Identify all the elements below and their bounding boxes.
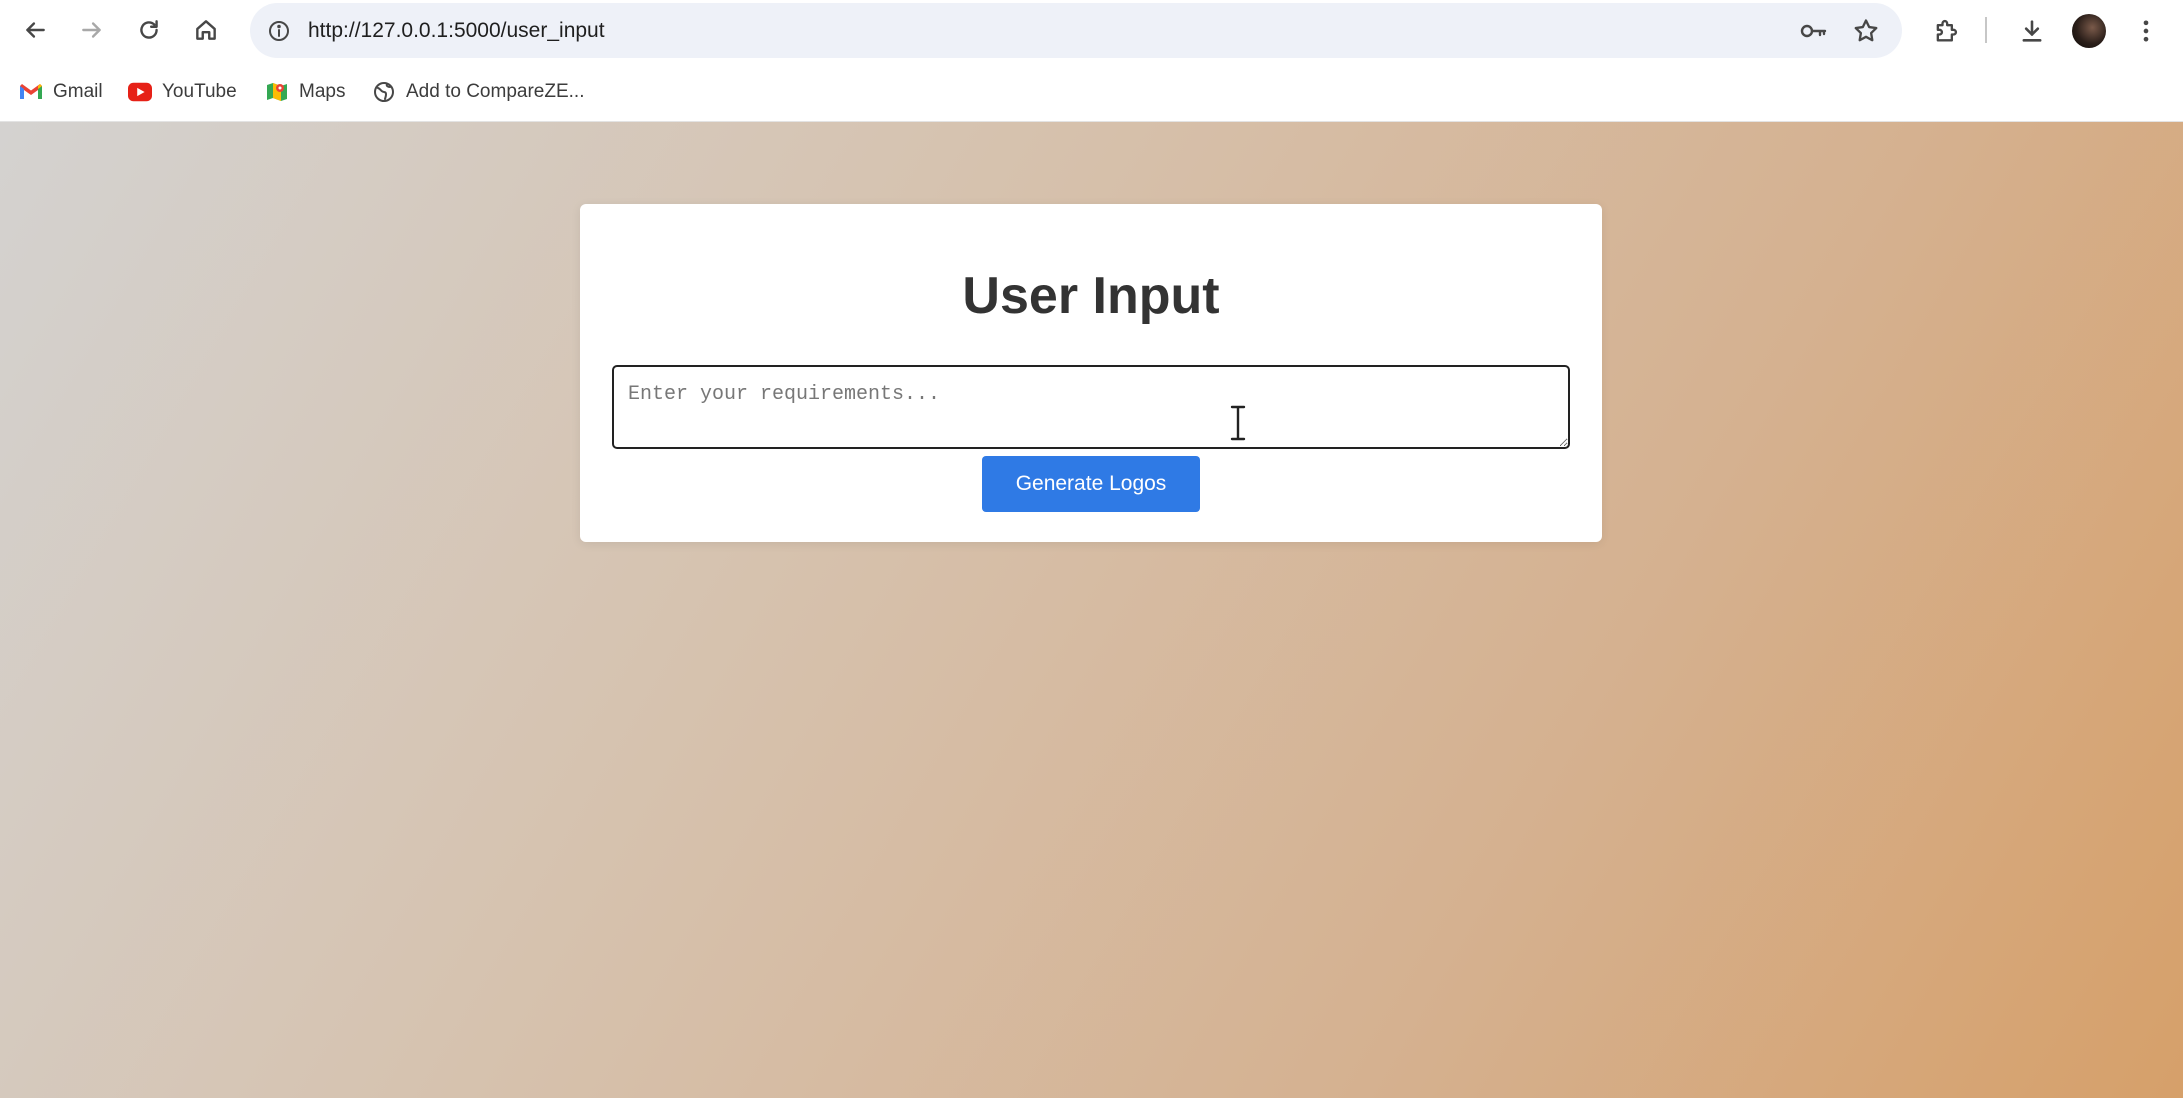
browser-toolbar: http://127.0.0.1:5000/user_input bbox=[0, 0, 2183, 62]
home-icon bbox=[196, 20, 216, 40]
profile-avatar[interactable] bbox=[2072, 14, 2106, 48]
url-text[interactable]: http://127.0.0.1:5000/user_input bbox=[308, 3, 605, 58]
bookmark-label: Add to CompareZE... bbox=[406, 81, 585, 102]
bookmark-star-button[interactable] bbox=[1850, 15, 1882, 47]
globe-icon bbox=[372, 80, 396, 104]
password-manager-button[interactable] bbox=[1797, 15, 1829, 47]
bookmark-gmail[interactable]: Gmail bbox=[19, 74, 103, 110]
download-icon bbox=[2022, 20, 2042, 42]
arrow-right-icon bbox=[82, 22, 101, 38]
requirements-input[interactable] bbox=[612, 365, 1570, 449]
site-info-button[interactable] bbox=[264, 16, 294, 46]
forward-button[interactable] bbox=[72, 10, 112, 50]
reload-icon bbox=[140, 20, 158, 39]
arrow-left-icon bbox=[26, 22, 45, 38]
bookmark-maps[interactable]: Maps bbox=[265, 74, 345, 110]
generate-logos-button[interactable]: Generate Logos bbox=[982, 456, 1200, 512]
bookmark-add-to-compareze[interactable]: Add to CompareZE... bbox=[372, 74, 584, 110]
home-button[interactable] bbox=[186, 10, 226, 50]
back-button[interactable] bbox=[15, 10, 55, 50]
youtube-icon bbox=[128, 80, 152, 104]
extensions-button[interactable] bbox=[1926, 11, 1966, 51]
maps-icon bbox=[265, 80, 289, 104]
browser-menu-button[interactable] bbox=[2126, 11, 2166, 51]
bookmark-label: Maps bbox=[299, 81, 346, 102]
bookmark-label: YouTube bbox=[162, 81, 237, 102]
key-icon bbox=[1800, 24, 1827, 38]
reload-button[interactable] bbox=[129, 10, 169, 50]
address-bar[interactable]: http://127.0.0.1:5000/user_input bbox=[250, 3, 1902, 58]
bookmarks-bar: Gmail YouTube Maps Add to CompareZE... bbox=[0, 62, 2183, 122]
star-icon bbox=[1854, 19, 1878, 42]
bookmark-label: Gmail bbox=[53, 81, 103, 102]
page-title: User Input bbox=[962, 267, 1220, 325]
gmail-icon bbox=[19, 80, 43, 104]
toolbar-divider bbox=[1985, 17, 1987, 43]
bookmark-youtube[interactable]: YouTube bbox=[128, 74, 237, 110]
user-input-card: User Input Generate Logos bbox=[580, 204, 1602, 542]
info-icon bbox=[269, 21, 289, 41]
downloads-button[interactable] bbox=[2012, 11, 2052, 51]
puzzle-icon bbox=[1936, 19, 1958, 42]
kebab-menu-icon bbox=[2143, 20, 2149, 42]
page-viewport: User Input Generate Logos bbox=[0, 122, 2183, 1098]
